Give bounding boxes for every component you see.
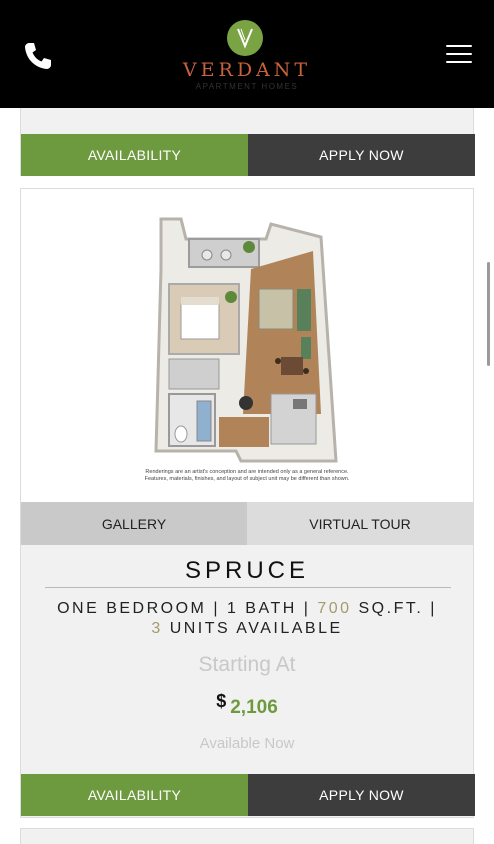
page-scrollbar[interactable] bbox=[487, 262, 490, 366]
disclaimer-line-1: Renderings are an artist's conception an… bbox=[145, 469, 349, 475]
unit-card: Renderings are an artist's conception an… bbox=[20, 188, 475, 818]
availability-button[interactable]: AVAILABILITY bbox=[21, 774, 248, 816]
title-divider bbox=[45, 587, 451, 588]
previous-card-actions: AVAILABILITY APPLY NOW bbox=[21, 134, 475, 176]
next-unit-card bbox=[20, 828, 474, 844]
brand-tagline: APARTMENT HOMES bbox=[195, 82, 299, 91]
sqft-unit: SQ.FT. bbox=[358, 600, 424, 617]
starting-at-label: Starting At bbox=[198, 653, 296, 676]
brand-name[interactable]: VERDANT bbox=[0, 59, 494, 81]
price: $2,106 bbox=[21, 691, 473, 719]
units-text: UNITS AVAILABLE bbox=[169, 620, 343, 637]
beds-text: ONE BEDROOM bbox=[57, 600, 207, 617]
leaf-logo-icon[interactable] bbox=[227, 20, 263, 56]
spec-separator: | bbox=[430, 600, 437, 617]
site-header: VERDANT APARTMENT HOMES bbox=[0, 0, 494, 108]
baths-text: 1 BATH bbox=[226, 600, 297, 617]
spec-separator: | bbox=[303, 600, 311, 617]
unit-title: SPRUCE bbox=[184, 557, 310, 584]
units-count: 3 bbox=[151, 620, 163, 637]
price-amount: 2,106 bbox=[230, 697, 278, 718]
spec-separator: | bbox=[213, 600, 220, 617]
media-tabs: GALLERY VIRTUAL TOUR bbox=[21, 502, 473, 545]
unit-card-actions: AVAILABILITY APPLY NOW bbox=[21, 774, 475, 816]
floor-plan-rendering: Renderings are an artist's conception an… bbox=[145, 217, 350, 482]
apply-now-button[interactable]: APPLY NOW bbox=[248, 134, 475, 176]
hamburger-menu-icon[interactable] bbox=[446, 45, 472, 65]
unit-specs: ONE BEDROOM | 1 BATH | 700 SQ.FT. | 3 UN… bbox=[51, 599, 443, 639]
availability-button[interactable]: AVAILABILITY bbox=[21, 134, 248, 176]
floor-plan-image[interactable]: Renderings are an artist's conception an… bbox=[21, 189, 473, 502]
virtual-tour-button[interactable]: VIRTUAL TOUR bbox=[247, 502, 473, 545]
sqft-value: 700 bbox=[317, 600, 352, 617]
availability-status: Available Now bbox=[199, 735, 295, 752]
disclaimer-line-2: Features, materials, finishes, and layou… bbox=[145, 476, 350, 482]
gallery-button[interactable]: GALLERY bbox=[21, 502, 247, 545]
apply-now-button[interactable]: APPLY NOW bbox=[248, 774, 475, 816]
currency-symbol: $ bbox=[216, 691, 227, 711]
page: AVAILABILITY APPLY NOW VERDANT APARTMENT… bbox=[0, 0, 494, 844]
